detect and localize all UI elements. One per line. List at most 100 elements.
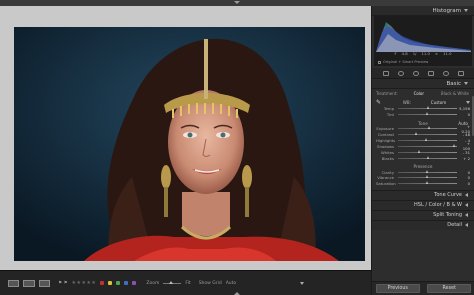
collapsed-panel-header[interactable]: Split Toning (372, 209, 474, 220)
crop-tool-icon[interactable] (382, 70, 389, 76)
slider-track[interactable] (398, 181, 457, 185)
collapsed-panel-title: HSL / Color / B & W (414, 202, 462, 209)
graduated-filter-icon[interactable] (427, 70, 434, 76)
slider-track[interactable] (398, 126, 457, 130)
slider-thumb[interactable] (415, 132, 418, 136)
slider-label: Tint (386, 112, 394, 118)
photo-preview[interactable] (14, 27, 365, 261)
compare-icon[interactable] (39, 279, 50, 287)
expand-icon[interactable] (465, 193, 468, 198)
wb-dropdown-icon[interactable] (466, 101, 470, 104)
slider-track[interactable] (398, 132, 457, 136)
zoom-slider[interactable] (163, 280, 182, 284)
slider-track[interactable] (398, 149, 457, 153)
before-after-icon[interactable] (23, 279, 35, 287)
readout-item: F (394, 51, 397, 56)
original-label: Original + Smart Preview (383, 60, 429, 64)
expand-icon[interactable] (465, 213, 468, 218)
slider-thumb[interactable] (426, 169, 428, 173)
slider-thumb[interactable] (424, 138, 427, 141)
treatment-color[interactable]: Color (413, 91, 425, 96)
histogram-collapse-icon[interactable] (464, 9, 468, 12)
histogram-header[interactable]: Histogram (372, 6, 474, 16)
slider-label: Exposure (376, 126, 394, 132)
slider-track[interactable] (398, 106, 457, 110)
expand-icon[interactable] (465, 203, 468, 208)
smart-preview-checkbox[interactable] (378, 60, 381, 64)
slider-label: Vibrance (377, 175, 394, 181)
slider-track[interactable] (398, 155, 457, 159)
wb-value[interactable]: Custom (431, 100, 446, 105)
toolbar-menu-icon[interactable] (300, 281, 305, 285)
slider-track[interactable] (398, 175, 457, 179)
tone-sliders: Exposure + 0.20 Contrast - 48 Highlights - 4S… (376, 124, 470, 161)
slider-label: Highlights (376, 138, 396, 143)
zoom-value[interactable]: Fit (185, 281, 190, 286)
expand-icon[interactable] (465, 223, 468, 228)
slider-label: Blacks (381, 155, 394, 161)
collapsed-panel-title: Split Toning (433, 212, 462, 219)
slider-value[interactable]: 5,156 (459, 106, 470, 111)
wb-row: ✎ WB: Custom (376, 99, 470, 106)
basic-header[interactable]: Basic (372, 79, 474, 89)
slider-row[interactable]: Tint 0 (376, 112, 470, 118)
slider-row[interactable]: Blacks + 2 (376, 155, 470, 161)
grid-value[interactable]: Auto (226, 281, 236, 286)
collapsed-panel-header[interactable]: Detail (372, 219, 474, 230)
slider-track[interactable] (398, 138, 457, 141)
tone-auto-button[interactable]: Auto (458, 121, 468, 126)
star-rating[interactable]: ★★★★★ (72, 280, 97, 286)
slider-value[interactable]: 0 (459, 181, 470, 186)
adjustment-brush-icon[interactable] (457, 70, 464, 76)
treatment-bw[interactable]: Black & White (440, 91, 470, 96)
slider-thumb[interactable] (417, 149, 420, 153)
slider-thumb[interactable] (452, 143, 455, 147)
spot-removal-icon[interactable] (397, 70, 404, 76)
slider-value[interactable]: - 31 (459, 150, 470, 155)
color-label-green[interactable] (116, 281, 121, 285)
collapsed-panels: Tone Curve HSL / Color / B & W Split Tonin… (372, 189, 474, 230)
collapsed-panel-header[interactable]: HSL / Color / B & W (372, 199, 474, 210)
flag-icons[interactable]: ⚑ ⚑ (58, 281, 68, 286)
previous-button[interactable]: Previous (375, 284, 420, 293)
tone-label: Tone (418, 120, 428, 126)
eyedropper-icon[interactable]: ✎ (376, 99, 383, 106)
tool-strip (372, 68, 474, 79)
color-label-blue[interactable] (124, 281, 129, 285)
color-label-red[interactable] (100, 281, 105, 285)
presence-section: Presence (376, 164, 470, 169)
slider-track[interactable] (398, 112, 457, 116)
collapsed-panel-header[interactable]: Tone Curve (372, 189, 474, 200)
slider-track[interactable] (398, 143, 457, 147)
slider-value[interactable]: - 48 (459, 132, 470, 137)
basic-collapse-icon[interactable] (464, 82, 468, 85)
slider-label: Contrast (377, 132, 394, 138)
slider-thumb[interactable] (427, 106, 430, 110)
panel-buttons: Previous Reset (372, 281, 474, 295)
histogram[interactable]: F 4.8 1/ 11.0 ≈ 11.0 Original + Smart Pr… (374, 16, 472, 66)
slider-track[interactable] (398, 169, 457, 173)
slider-thumb[interactable] (426, 155, 429, 159)
slider-value[interactable]: 0 (459, 175, 470, 180)
slider-thumb[interactable] (426, 112, 428, 116)
slider-value[interactable]: 0 (459, 112, 470, 117)
slider-row[interactable]: Saturation 0 (376, 181, 470, 187)
readout-item: 11.0 (421, 51, 430, 56)
red-eye-icon[interactable] (412, 70, 419, 76)
treatment-row: Treatment: Color Black & White (376, 91, 470, 96)
basic-panel: Treatment: Color Black & White ✎ WB: Cus… (372, 91, 474, 187)
slider-value[interactable]: 0 (459, 170, 470, 175)
slider-thumb[interactable] (427, 126, 430, 130)
slider-value[interactable]: + 2 (459, 156, 470, 161)
reset-button[interactable]: Reset (427, 284, 472, 293)
radial-filter-icon[interactable] (442, 70, 449, 76)
basic-title: Basic (446, 80, 461, 87)
histogram-graph (376, 22, 471, 52)
slider-thumb[interactable] (426, 175, 428, 179)
treatment-label: Treatment: (376, 91, 398, 96)
slider-thumb[interactable] (426, 181, 428, 185)
color-label-yellow[interactable] (108, 281, 113, 285)
top-panel-toggle-icon[interactable] (234, 1, 240, 4)
color-label-purple[interactable] (132, 281, 137, 285)
loupe-view-icon[interactable] (8, 279, 19, 287)
